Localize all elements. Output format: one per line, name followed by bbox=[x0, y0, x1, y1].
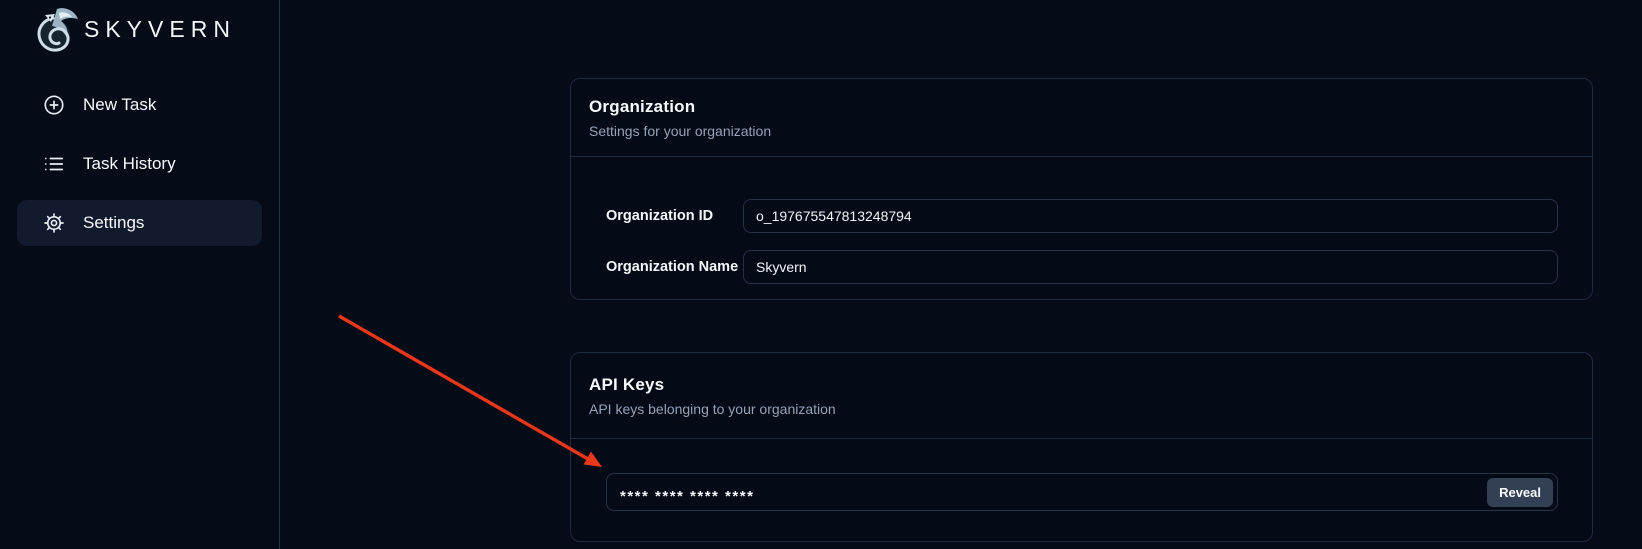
sidebar-item-label: New Task bbox=[83, 95, 156, 115]
organization-id-field[interactable] bbox=[743, 199, 1558, 233]
sidebar-item-label: Settings bbox=[83, 213, 144, 233]
api-key-masked-value: **** **** **** **** bbox=[620, 488, 1487, 505]
organization-name-label: Organization Name bbox=[606, 259, 743, 275]
organization-card-title: Organization bbox=[589, 97, 1572, 117]
reveal-button[interactable]: Reveal bbox=[1487, 478, 1553, 507]
sidebar-item-settings[interactable]: Settings bbox=[17, 200, 262, 246]
sidebar-nav: New Task Task History bbox=[0, 82, 279, 246]
api-keys-card-body: **** **** **** **** Reveal bbox=[571, 439, 1592, 541]
circle-plus-icon bbox=[43, 94, 65, 116]
gear-icon bbox=[43, 212, 65, 234]
api-keys-card-header: API Keys API keys belonging to your orga… bbox=[571, 353, 1592, 439]
api-keys-card: API Keys API keys belonging to your orga… bbox=[570, 352, 1593, 542]
settings-page: Organization Settings for your organizat… bbox=[570, 0, 1593, 542]
organization-card-body: Organization ID Organization Name bbox=[571, 157, 1592, 299]
sidebar-item-label: Task History bbox=[83, 154, 176, 174]
list-icon bbox=[43, 153, 65, 175]
skyvern-dragon-icon bbox=[32, 5, 82, 55]
sidebar-item-task-history[interactable]: Task History bbox=[17, 141, 262, 187]
organization-card-header: Organization Settings for your organizat… bbox=[571, 79, 1592, 157]
organization-id-label: Organization ID bbox=[606, 208, 743, 224]
app-title: SKYVERN bbox=[84, 16, 236, 43]
organization-card: Organization Settings for your organizat… bbox=[570, 78, 1593, 300]
api-keys-card-subtitle: API keys belonging to your organization bbox=[589, 399, 1572, 419]
organization-name-row: Organization Name bbox=[606, 250, 1558, 284]
sidebar-item-new-task[interactable]: New Task bbox=[17, 82, 262, 128]
api-key-field[interactable]: **** **** **** **** Reveal bbox=[606, 473, 1558, 511]
organization-card-subtitle: Settings for your organization bbox=[589, 121, 1572, 141]
sidebar: SKYVERN New Task bbox=[0, 0, 280, 549]
api-keys-card-title: API Keys bbox=[589, 375, 1572, 395]
organization-id-row: Organization ID bbox=[606, 199, 1558, 233]
main-content: Organization Settings for your organizat… bbox=[281, 0, 1642, 549]
organization-name-field[interactable] bbox=[743, 250, 1558, 284]
logo[interactable]: SKYVERN bbox=[0, 0, 279, 56]
